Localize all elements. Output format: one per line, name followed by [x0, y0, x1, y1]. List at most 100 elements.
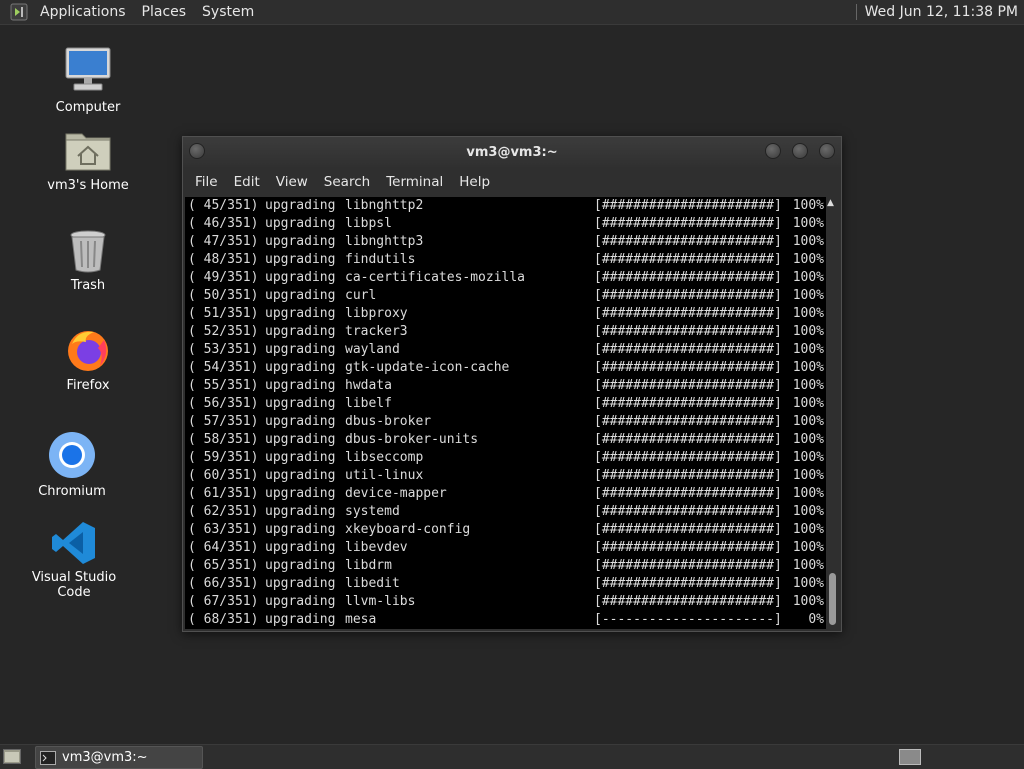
- line-package: xkeyboard-config: [345, 522, 471, 537]
- line-percent: 100%: [792, 360, 824, 375]
- line-index: ( 67/351): [188, 594, 259, 609]
- line-percent: 100%: [792, 378, 824, 393]
- line-package: ca-certificates-mozilla: [345, 270, 526, 285]
- line-package: device-mapper: [345, 486, 447, 501]
- line-action: upgrading: [265, 414, 336, 429]
- line-action: upgrading: [265, 504, 336, 519]
- terminal-line: ( 67/351) upgrading llvm-libs [############…: [185, 593, 826, 611]
- bottom-panel: vm3@vm3:~: [0, 744, 1024, 769]
- line-index: ( 65/351): [188, 558, 259, 573]
- line-percent: 100%: [792, 396, 824, 411]
- line-progress-bar: [######################]: [594, 522, 782, 537]
- line-progress-bar: [######################]: [594, 306, 782, 321]
- line-progress-bar: [######################]: [594, 504, 782, 519]
- panel-clock[interactable]: Wed Jun 12, 11:38 PM: [865, 4, 1024, 20]
- menu-edit[interactable]: Edit: [226, 174, 268, 190]
- terminal-line: ( 68/351) upgrading mesa [-----------------…: [185, 611, 826, 629]
- line-percent: 100%: [792, 270, 824, 285]
- menu-search[interactable]: Search: [316, 174, 378, 190]
- window-menu-icon[interactable]: [189, 143, 205, 159]
- line-progress-bar: [######################]: [594, 378, 782, 393]
- computer-icon: [65, 47, 111, 91]
- taskbar-terminal-button[interactable]: vm3@vm3:~: [35, 746, 203, 769]
- line-action: upgrading: [265, 540, 336, 555]
- minimize-icon[interactable]: [765, 143, 781, 159]
- line-percent: 100%: [792, 468, 824, 483]
- terminal-output[interactable]: ( 45/351) upgrading libnghttp2 [###########…: [185, 197, 826, 629]
- desktop-icon-computer[interactable]: Computer: [28, 44, 148, 115]
- line-progress-bar: [######################]: [594, 540, 782, 555]
- taskbar-button-label: vm3@vm3:~: [62, 750, 148, 765]
- menu-applications[interactable]: Applications: [32, 0, 134, 24]
- menu-system[interactable]: System: [194, 0, 262, 24]
- line-package: libedit: [345, 576, 400, 591]
- desktop-icon-trash[interactable]: Trash: [28, 228, 148, 293]
- window-titlebar[interactable]: vm3@vm3:~: [183, 137, 841, 167]
- line-action: upgrading: [265, 612, 336, 627]
- line-package: systemd: [345, 504, 400, 519]
- line-progress-bar: [######################]: [594, 216, 782, 231]
- line-index: ( 60/351): [188, 468, 259, 483]
- menu-terminal[interactable]: Terminal: [378, 174, 451, 190]
- terminal-line: ( 50/351) upgrading curl [#################…: [185, 287, 826, 305]
- scrollbar-thumb[interactable]: [829, 573, 836, 625]
- home-folder-icon: [65, 133, 111, 171]
- line-index: ( 63/351): [188, 522, 259, 537]
- terminal-window: vm3@vm3:~ File Edit View Search Terminal…: [182, 136, 842, 632]
- line-percent: 100%: [792, 540, 824, 555]
- workspace-switcher[interactable]: [899, 749, 921, 765]
- line-package: dbus-broker-units: [345, 432, 479, 447]
- line-action: upgrading: [265, 270, 336, 285]
- terminal-line: ( 55/351) upgrading hwdata [###############…: [185, 377, 826, 395]
- line-action: upgrading: [265, 432, 336, 447]
- line-progress-bar: [######################]: [594, 450, 782, 465]
- line-package: libseccomp: [345, 450, 424, 465]
- show-desktop-icon[interactable]: [3, 749, 21, 764]
- line-action: upgrading: [265, 198, 336, 213]
- menu-places[interactable]: Places: [134, 0, 195, 24]
- line-percent: 100%: [792, 252, 824, 267]
- desktop-icon-vscode[interactable]: Visual Studio Code: [14, 520, 134, 600]
- line-action: upgrading: [265, 378, 336, 393]
- menu-file[interactable]: File: [187, 174, 226, 190]
- applications-logo-icon[interactable]: [10, 3, 28, 21]
- terminal-scrollbar[interactable]: ▲: [826, 197, 839, 629]
- desktop-icon-firefox[interactable]: Firefox: [28, 326, 148, 393]
- line-action: upgrading: [265, 234, 336, 249]
- trash-icon: [70, 230, 106, 273]
- line-package: tracker3: [345, 324, 408, 339]
- line-action: upgrading: [265, 522, 336, 537]
- line-index: ( 49/351): [188, 270, 259, 285]
- top-panel: Applications Places System Wed Jun 12, 1…: [0, 0, 1024, 25]
- desktop-icon-home[interactable]: vm3's Home: [28, 126, 148, 193]
- close-icon[interactable]: [819, 143, 835, 159]
- terminal-line: ( 49/351) upgrading ca-certificates-mozill…: [185, 269, 826, 287]
- line-progress-bar: [######################]: [594, 270, 782, 285]
- line-action: upgrading: [265, 396, 336, 411]
- line-percent: 100%: [792, 216, 824, 231]
- scroll-up-arrow-icon[interactable]: ▲: [827, 198, 834, 208]
- line-index: ( 54/351): [188, 360, 259, 375]
- maximize-icon[interactable]: [792, 143, 808, 159]
- line-percent: 100%: [792, 450, 824, 465]
- clock-separator: [855, 4, 857, 20]
- line-action: upgrading: [265, 558, 336, 573]
- line-progress-bar: [######################]: [594, 432, 782, 447]
- menu-help[interactable]: Help: [451, 174, 498, 190]
- desktop-icon-label: vm3's Home: [47, 178, 129, 193]
- line-package: dbus-broker: [345, 414, 432, 429]
- line-action: upgrading: [265, 594, 336, 609]
- desktop-icon-label: Visual Studio Code: [31, 570, 117, 600]
- line-index: ( 52/351): [188, 324, 259, 339]
- line-percent: 100%: [792, 432, 824, 447]
- line-percent: 100%: [792, 198, 824, 213]
- line-progress-bar: [######################]: [594, 594, 782, 609]
- desktop-icon-label: Chromium: [38, 484, 106, 499]
- line-index: ( 50/351): [188, 288, 259, 303]
- line-package: libevdev: [345, 540, 408, 555]
- line-action: upgrading: [265, 306, 336, 321]
- line-action: upgrading: [265, 486, 336, 501]
- line-action: upgrading: [265, 360, 336, 375]
- desktop-icon-chromium[interactable]: Chromium: [12, 430, 132, 499]
- menu-view[interactable]: View: [268, 174, 316, 190]
